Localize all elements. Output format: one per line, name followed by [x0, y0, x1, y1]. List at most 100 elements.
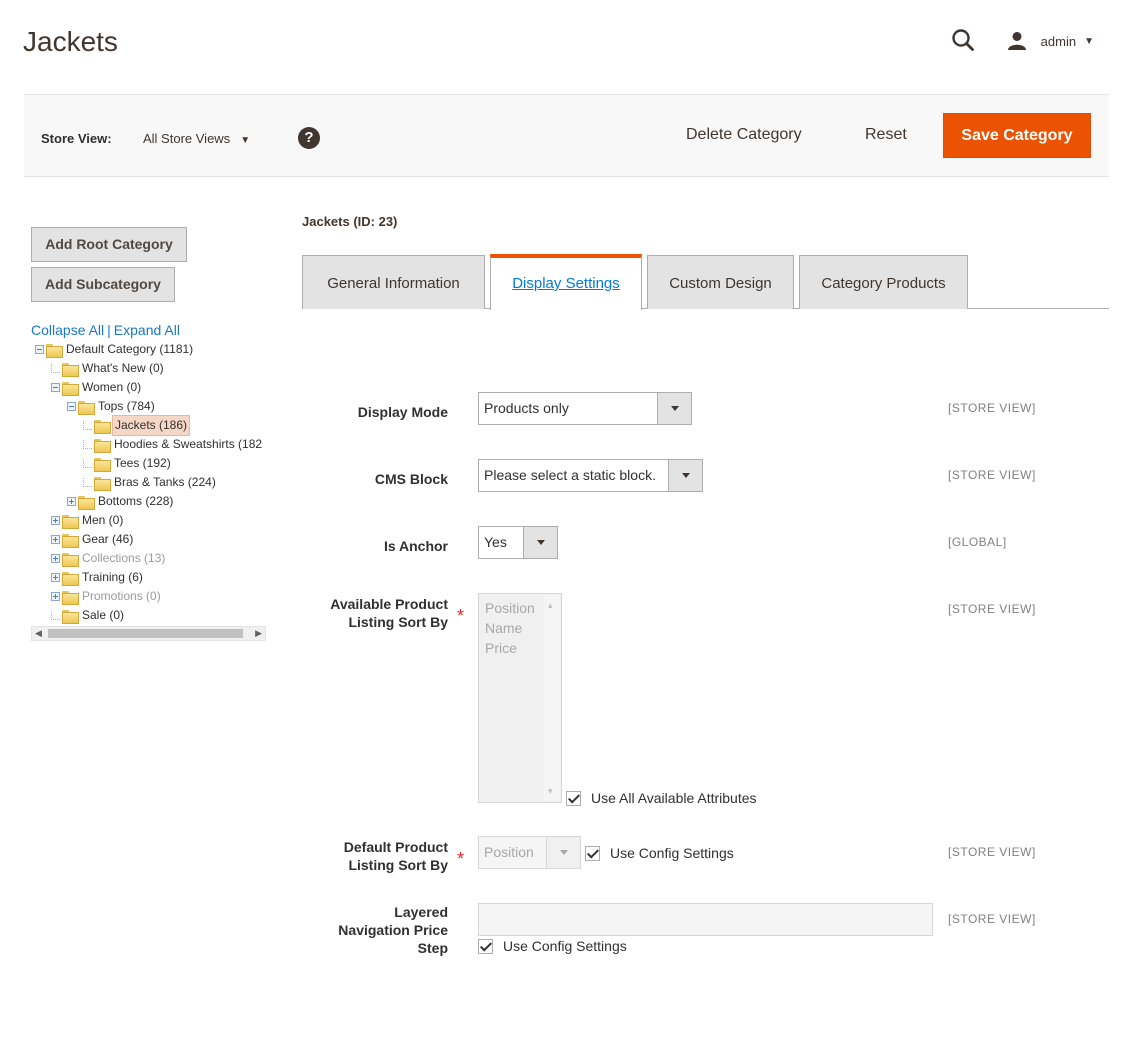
tree-horizontal-scrollbar[interactable]: ◀ ▶: [31, 626, 266, 641]
expand-all-link[interactable]: Expand All: [114, 322, 180, 338]
scope-label: [STORE VIEW]: [948, 912, 1036, 926]
page-actions-bar: Store View: All Store Views ▼ ? Delete Ca…: [24, 94, 1109, 177]
available-sort-label: Available Product Listing Sort By: [268, 595, 448, 631]
default-sort-label-line1: Default Product: [343, 839, 448, 855]
expand-toggle-icon[interactable]: [51, 573, 60, 582]
tree-node: Training (6): [51, 568, 145, 587]
tab-general-information[interactable]: General Information: [302, 255, 485, 309]
use-all-attributes-checkbox[interactable]: [566, 790, 581, 806]
tree-node-label[interactable]: Hoodies & Sweatshirts (182: [112, 435, 264, 454]
admin-user-menu[interactable]: admin: [1041, 34, 1076, 49]
display-mode-select[interactable]: Products only: [478, 392, 692, 425]
tree-node-label[interactable]: Women (0): [80, 378, 143, 397]
delete-category-button[interactable]: Delete Category: [686, 126, 802, 144]
tree-node-label[interactable]: Bottoms (228): [96, 492, 175, 511]
folder-icon: [94, 419, 111, 434]
folder-icon: [62, 381, 79, 396]
collapse-all-link[interactable]: Collapse All: [31, 322, 104, 338]
collapse-toggle-icon[interactable]: [67, 402, 76, 411]
tree-node-label[interactable]: Men (0): [80, 511, 125, 530]
folder-icon: [62, 514, 79, 529]
default-sort-select[interactable]: Position: [478, 836, 581, 869]
price-step-config-checkbox[interactable]: [478, 938, 493, 954]
expand-toggle-icon[interactable]: [67, 497, 76, 506]
scrollbar-thumb[interactable]: [48, 629, 243, 638]
use-all-attributes-row[interactable]: Use All Available Attributes: [566, 790, 757, 806]
tree-node: Gear (46): [51, 530, 135, 549]
chevron-down-icon: [668, 460, 702, 491]
add-subcategory-button[interactable]: Add Subcategory: [31, 267, 175, 302]
store-view-switcher[interactable]: All Store Views ▼: [143, 131, 250, 146]
expand-toggle-icon[interactable]: [51, 535, 60, 544]
folder-icon: [62, 571, 79, 586]
tree-node-label[interactable]: What's New (0): [80, 359, 166, 378]
folder-icon: [94, 457, 111, 472]
price-step-config-row[interactable]: Use Config Settings: [478, 938, 627, 954]
tree-node-label-selected[interactable]: Jackets (186): [112, 415, 191, 436]
price-step-config-label: Use Config Settings: [503, 938, 627, 954]
default-sort-config-checkbox[interactable]: [585, 845, 600, 861]
chevron-down-icon: [523, 527, 557, 558]
folder-icon: [62, 533, 79, 548]
save-category-button[interactable]: Save Category: [943, 113, 1091, 158]
folder-icon: [94, 476, 111, 491]
tree-node-label[interactable]: Training (6): [80, 568, 145, 587]
tree-controls: Collapse All | Expand All: [31, 322, 180, 338]
expand-toggle-icon[interactable]: [51, 516, 60, 525]
scroll-left-icon[interactable]: ◀: [35, 628, 42, 639]
tree-node-label[interactable]: Collections (13): [80, 549, 167, 568]
reset-button[interactable]: Reset: [865, 126, 907, 144]
tree-node: Sale (0): [51, 606, 126, 625]
expand-toggle-icon[interactable]: [51, 592, 60, 601]
chevron-down-icon[interactable]: ▼: [1084, 36, 1094, 47]
is-anchor-value: Yes: [484, 534, 507, 550]
cms-block-value: Please select a static block.: [484, 467, 656, 483]
collapse-toggle-icon[interactable]: [35, 345, 44, 354]
scroll-right-icon[interactable]: ▶: [255, 628, 262, 639]
tree-node: Tees (192): [83, 454, 173, 473]
is-anchor-select[interactable]: Yes: [478, 526, 558, 559]
display-mode-label: Display Mode: [357, 404, 448, 420]
folder-icon: [62, 609, 79, 624]
cms-block-select[interactable]: Please select a static block.: [478, 459, 703, 492]
chevron-down-icon: [657, 393, 691, 424]
tab-bar: General Information Display Settings Cus…: [302, 254, 1109, 310]
available-sort-multiselect[interactable]: Position Name Price: [478, 593, 562, 803]
entity-title: Jackets (ID: 23): [302, 214, 398, 229]
default-sort-label: Default Product Listing Sort By: [268, 838, 448, 874]
tree-connector: [83, 459, 92, 468]
tree-connector: [83, 478, 92, 487]
default-sort-config-row[interactable]: Use Config Settings: [585, 845, 734, 861]
tree-node-label[interactable]: Tops (784): [96, 397, 157, 416]
multiselect-scrollbar[interactable]: [544, 595, 560, 801]
tree-node-label[interactable]: Bras & Tanks (224): [112, 473, 218, 492]
tree-node: Bras & Tanks (224): [83, 473, 218, 492]
expand-toggle-icon[interactable]: [51, 554, 60, 563]
add-root-category-button[interactable]: Add Root Category: [31, 227, 187, 262]
help-icon[interactable]: ?: [298, 127, 320, 149]
tree-connector: [83, 421, 92, 430]
search-icon[interactable]: [951, 28, 977, 54]
tab-custom-design[interactable]: Custom Design: [647, 255, 794, 309]
tree-node: Default Category (1181): [35, 340, 195, 359]
tab-category-products[interactable]: Category Products: [799, 255, 968, 309]
tree-node: Hoodies & Sweatshirts (182: [83, 435, 264, 454]
tree-node-label[interactable]: Sale (0): [80, 606, 126, 625]
tree-node-label[interactable]: Gear (46): [80, 530, 135, 549]
tree-node-label[interactable]: Promotions (0): [80, 587, 163, 606]
scope-label: [STORE VIEW]: [948, 401, 1036, 415]
folder-icon: [62, 362, 79, 377]
tree-node: Women (0): [51, 378, 143, 397]
user-icon[interactable]: [1007, 31, 1027, 51]
price-step-label-line3: Step: [417, 940, 448, 956]
collapse-toggle-icon[interactable]: [51, 383, 60, 392]
tree-node-label[interactable]: Default Category (1181): [64, 340, 195, 359]
is-anchor-label: Is Anchor: [383, 538, 448, 554]
tree-node-label[interactable]: Tees (192): [112, 454, 173, 473]
folder-icon: [46, 343, 63, 358]
tree-node: Promotions (0): [51, 587, 163, 606]
tab-display-settings[interactable]: Display Settings: [490, 254, 642, 310]
price-step-input[interactable]: [478, 903, 933, 936]
folder-icon: [78, 495, 95, 510]
chevron-down-icon: ▼: [240, 135, 251, 146]
